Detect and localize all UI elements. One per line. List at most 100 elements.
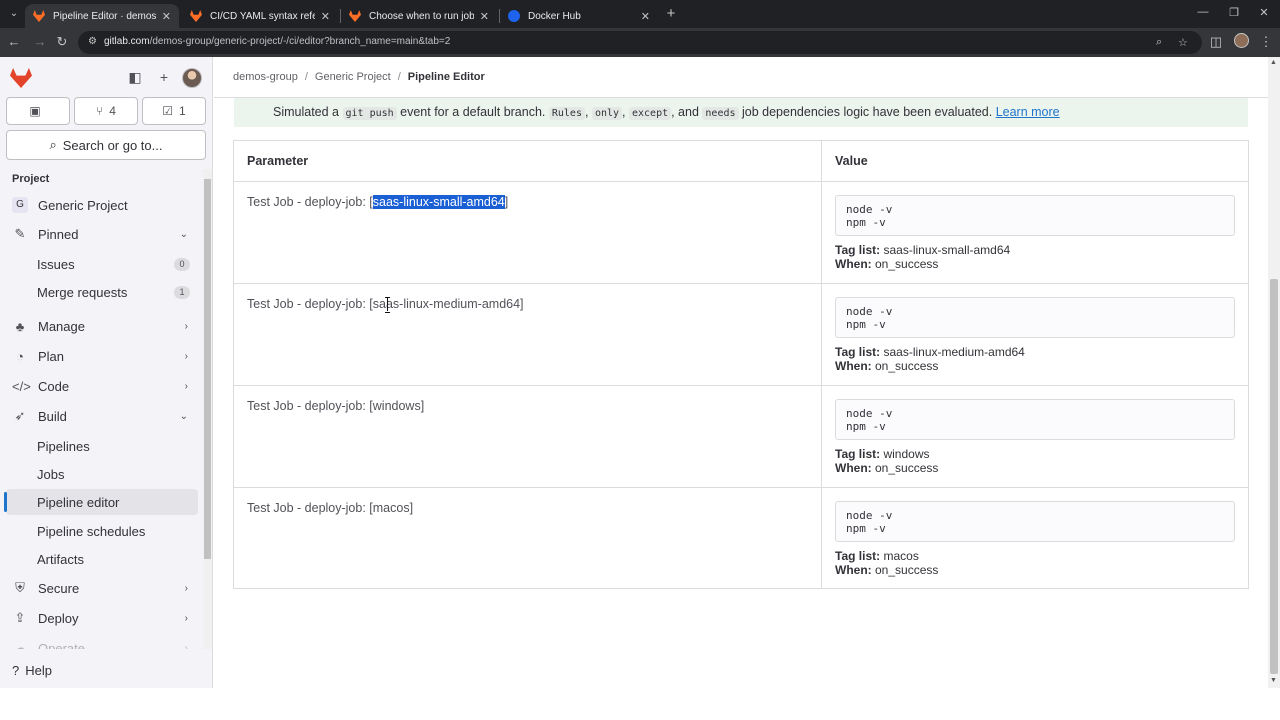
sidebar-item-pipelines[interactable]: Pipelines: [6, 433, 198, 459]
address-bar[interactable]: ⚙ gitlab.com/demos-group/generic-project…: [78, 31, 1202, 54]
job-prefix: Test Job - deploy-job: [: [247, 399, 373, 413]
script-line: node -v: [846, 305, 893, 318]
address-url: gitlab.com/demos-group/generic-project/-…: [104, 36, 451, 47]
scrollbar-thumb[interactable]: [1270, 279, 1278, 674]
when-label: When:: [835, 461, 872, 475]
breadcrumb-current[interactable]: Pipeline Editor: [408, 71, 485, 83]
sidebar-item-pipeline-editor[interactable]: Pipeline editor: [4, 489, 198, 515]
code-rules: Rules: [548, 107, 585, 120]
sidebar-item-label: Deploy: [38, 610, 79, 626]
restore-icon[interactable]: ❐: [1226, 6, 1242, 19]
tag-list-label: Tag list:: [835, 447, 881, 461]
scroll-down-arrow-icon[interactable]: ▼: [1270, 677, 1277, 684]
sidebar-item-artifacts[interactable]: Artifacts: [6, 546, 198, 572]
job-prefix: Test Job - deploy-job: [: [247, 297, 373, 311]
rocket-icon: ➶: [14, 408, 26, 423]
sidebar-item-plan[interactable]: ◔ Plan ›: [6, 343, 198, 369]
sidebar-item-operate[interactable]: ☁ Operate ›: [6, 635, 198, 649]
sidebar-item-project[interactable]: G Generic Project: [6, 192, 198, 218]
tab-search-icon[interactable]: ⌄: [6, 6, 22, 22]
sidebar-item-label: Plan: [38, 348, 65, 364]
job-script-block: node -v npm -v: [835, 195, 1235, 236]
breadcrumb-project-link[interactable]: Generic Project: [315, 71, 391, 83]
sidebar-item-issues[interactable]: Issues 0: [6, 251, 198, 277]
browser-tab-pipeline-editor[interactable]: Pipeline Editor · demos-group / ✕: [25, 4, 179, 28]
scrollbar-thumb[interactable]: [204, 179, 211, 559]
when-value: on_success: [875, 257, 939, 271]
alert-text: job dependencies logic have been evaluat…: [742, 105, 993, 119]
job-parameter: Test Job - deploy-job: [macos]: [247, 501, 413, 515]
close-icon[interactable]: ✕: [480, 10, 489, 23]
sidebar-item-label: Pipelines: [37, 438, 90, 454]
sidebar-item-label: Merge requests: [37, 284, 128, 300]
pin-icon: ✎: [14, 226, 26, 241]
help-button[interactable]: ? Help: [12, 663, 52, 678]
sidebar-scrollbar[interactable]: [203, 169, 212, 649]
job-script-block: node -v npm -v: [835, 399, 1235, 440]
site-info-icon[interactable]: ⚙: [88, 36, 100, 48]
todos-counter-button[interactable]: ☑ 1: [142, 97, 206, 125]
sidebar-item-pipeline-schedules[interactable]: Pipeline schedules: [6, 518, 198, 544]
sidebar-item-code[interactable]: </> Code ›: [6, 373, 198, 399]
bookmark-star-icon[interactable]: ☆: [1178, 36, 1188, 49]
back-arrow-icon[interactable]: ←: [6, 34, 22, 50]
close-icon[interactable]: ✕: [321, 10, 330, 23]
window-close-icon[interactable]: ✕: [1256, 6, 1272, 19]
job-runner-name: macos: [372, 501, 410, 515]
code-git-push: git push: [342, 107, 397, 120]
learn-more-link[interactable]: Learn more: [996, 105, 1060, 119]
sidebar-item-label: Operate: [38, 640, 85, 650]
issues-counter-button[interactable]: ▣: [6, 97, 70, 125]
side-panel-icon[interactable]: ◫: [1208, 34, 1224, 50]
job-runner-name: saas-linux-medium-amd64: [372, 297, 521, 311]
sidebar-item-deploy[interactable]: ⇪ Deploy ›: [6, 605, 198, 631]
sidebar-item-merge-requests[interactable]: Merge requests 1: [6, 279, 198, 305]
breadcrumb-separator: /: [304, 71, 308, 83]
browser-tab-docker-hub[interactable]: Docker Hub ✕: [500, 4, 658, 28]
help-icon: ?: [12, 663, 20, 678]
plan-icon: ◔: [16, 348, 24, 364]
chevron-right-icon: ›: [184, 350, 188, 362]
user-avatar[interactable]: [182, 68, 202, 88]
menu-kebab-icon[interactable]: ⋮: [1258, 34, 1274, 50]
when-label: When:: [835, 257, 872, 271]
new-tab-plus-icon[interactable]: +: [662, 5, 680, 23]
script-line: npm -v: [846, 522, 886, 535]
gitlab-logo-icon[interactable]: [10, 68, 32, 88]
close-icon[interactable]: ✕: [641, 10, 650, 23]
left-sidebar: ◧ + ▣ ⑂ 4 ☑ 1 ⌕ Search or go to... Proje…: [0, 57, 213, 688]
sidebar-item-label: Build: [38, 408, 67, 424]
scroll-up-arrow-icon[interactable]: ▲: [1270, 59, 1277, 66]
sidebar-item-build[interactable]: ➶ Build ⌄: [6, 403, 198, 429]
merge-requests-counter-button[interactable]: ⑂ 4: [74, 97, 138, 125]
page-scrollbar[interactable]: ▲ ▼: [1268, 57, 1280, 688]
search-button[interactable]: ⌕ Search or go to...: [6, 130, 206, 160]
script-line: npm -v: [846, 216, 886, 229]
breadcrumb-group-link[interactable]: demos-group: [233, 71, 298, 83]
script-line: node -v: [846, 407, 893, 420]
close-icon[interactable]: ✕: [162, 10, 171, 23]
sidebar-item-jobs[interactable]: Jobs: [6, 461, 198, 487]
forward-arrow-icon[interactable]: →: [32, 34, 48, 50]
todos-count: 1: [179, 104, 186, 118]
column-divider: [821, 141, 822, 588]
browser-tab-when-to-run-jobs[interactable]: Choose when to run jobs | Git ✕: [341, 4, 497, 28]
create-new-plus-icon[interactable]: +: [156, 69, 172, 85]
code-icon: </>: [12, 378, 31, 394]
code-only: only: [591, 107, 623, 120]
sidebar-item-pinned[interactable]: ✎ Pinned ⌄: [6, 221, 198, 247]
sidebar-item-manage[interactable]: ♣ Manage ›: [6, 313, 198, 339]
when-value: on_success: [875, 563, 939, 577]
sidebar-item-secure[interactable]: ⛨ Secure ›: [6, 575, 198, 601]
breadcrumb-separator: /: [397, 71, 401, 83]
profile-avatar[interactable]: [1234, 33, 1249, 48]
when-value: on_success: [875, 461, 939, 475]
column-header-parameter: Parameter: [247, 154, 309, 168]
collapse-sidebar-icon[interactable]: ◧: [127, 69, 143, 85]
reload-icon[interactable]: ↻: [54, 34, 70, 50]
merge-requests-count: 4: [109, 104, 116, 118]
job-suffix: ]: [504, 195, 509, 209]
zoom-icon[interactable]: ⌕: [1156, 36, 1162, 49]
browser-tab-yaml-reference[interactable]: CI/CD YAML syntax reference | ✕: [182, 4, 338, 28]
minimize-icon[interactable]: —: [1195, 6, 1211, 18]
